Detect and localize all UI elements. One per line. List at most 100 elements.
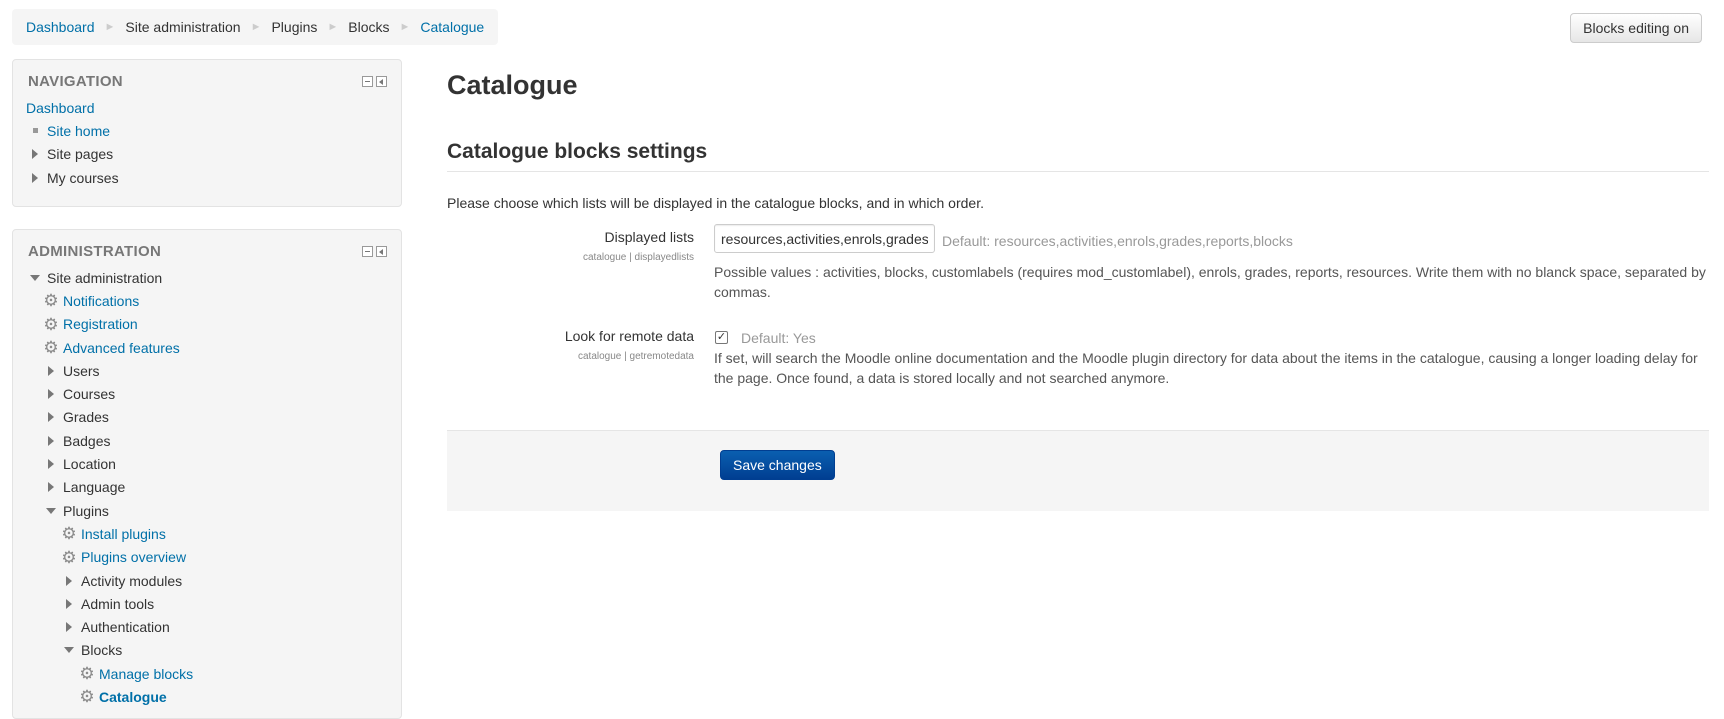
admin-item-plugins-overview[interactable]: ⚙ Plugins overview	[26, 546, 401, 569]
expand-icon[interactable]	[32, 149, 38, 160]
admin-tools-label[interactable]: Admin tools	[81, 596, 154, 612]
remote-data-checkbox[interactable]: ✓	[715, 331, 728, 344]
breadcrumb-dashboard[interactable]: Dashboard	[26, 19, 95, 35]
courses-label[interactable]: Courses	[63, 386, 115, 402]
collapse-icon[interactable]	[362, 76, 373, 87]
expand-icon[interactable]	[48, 389, 54, 400]
breadcrumb-blocks[interactable]: Blocks	[348, 19, 389, 35]
authentication-label[interactable]: Authentication	[81, 619, 170, 635]
administration-block: ADMINISTRATION Site administration ⚙ Not…	[12, 229, 402, 719]
advanced-features-link[interactable]: Advanced features	[63, 340, 180, 356]
page-title: Catalogue	[447, 70, 578, 100]
admin-item-catalogue[interactable]: ⚙ Catalogue	[26, 685, 401, 708]
grades-label[interactable]: Grades	[63, 409, 109, 425]
admin-item-admin-tools[interactable]: Admin tools	[26, 592, 401, 615]
gear-icon: ⚙	[79, 687, 95, 707]
gear-icon: ⚙	[61, 524, 77, 544]
expand-icon[interactable]	[32, 172, 38, 183]
language-label[interactable]: Language	[63, 479, 125, 495]
navigation-block-controls	[362, 76, 387, 87]
admin-item-site-administration[interactable]: Site administration	[26, 266, 401, 289]
displayed-lists-sublabel: catalogue | displayedlists	[583, 252, 694, 263]
registration-link[interactable]: Registration	[63, 316, 138, 332]
breadcrumb-separator: ►	[327, 21, 339, 33]
location-label[interactable]: Location	[63, 456, 116, 472]
blocks-editing-button[interactable]: Blocks editing on	[1570, 13, 1702, 43]
expand-icon[interactable]	[48, 459, 54, 470]
breadcrumb-plugins[interactable]: Plugins	[271, 19, 317, 35]
admin-item-install-plugins[interactable]: ⚙ Install plugins	[26, 522, 401, 545]
plugins-label[interactable]: Plugins	[63, 503, 109, 519]
badges-label[interactable]: Badges	[63, 433, 110, 449]
notifications-link[interactable]: Notifications	[63, 293, 139, 309]
activity-modules-label[interactable]: Activity modules	[81, 573, 182, 589]
administration-block-header: ADMINISTRATION	[13, 230, 401, 260]
displayed-lists-default: Default: resources,activities,enrols,gra…	[942, 233, 1293, 249]
admin-item-language[interactable]: Language	[26, 476, 401, 499]
dock-icon[interactable]	[376, 76, 387, 87]
collapse-tree-icon[interactable]	[64, 647, 74, 654]
dock-icon[interactable]	[376, 246, 387, 257]
nav-dashboard-link[interactable]: Dashboard	[26, 100, 95, 116]
remote-data-description: If set, will search the Moodle online do…	[714, 350, 1698, 386]
breadcrumb-catalogue[interactable]: Catalogue	[420, 19, 484, 35]
displayed-lists-label: Displayed lists	[604, 229, 694, 245]
breadcrumb-site-administration[interactable]: Site administration	[125, 19, 240, 35]
admin-item-grades[interactable]: Grades	[26, 406, 401, 429]
expand-icon[interactable]	[48, 482, 54, 493]
breadcrumb-separator: ►	[104, 21, 116, 33]
nav-my-courses-label[interactable]: My courses	[47, 170, 119, 186]
nav-item-dashboard[interactable]: Dashboard	[26, 96, 401, 119]
admin-item-users[interactable]: Users	[26, 359, 401, 382]
expand-icon[interactable]	[48, 365, 54, 376]
remote-data-label: Look for remote data	[564, 328, 694, 344]
plugins-overview-link[interactable]: Plugins overview	[81, 549, 186, 565]
site-administration-label[interactable]: Site administration	[47, 270, 162, 286]
expand-icon[interactable]	[48, 435, 54, 446]
admin-item-courses[interactable]: Courses	[26, 382, 401, 405]
breadcrumb: Dashboard ► Site administration ► Plugin…	[12, 9, 499, 45]
admin-item-blocks[interactable]: Blocks	[26, 639, 401, 662]
navigation-tree: Dashboard Site home Site pages My course…	[13, 90, 401, 189]
collapse-icon[interactable]	[362, 246, 373, 257]
form-actions: Save changes	[447, 430, 1709, 511]
admin-item-registration[interactable]: ⚙ Registration	[26, 313, 401, 336]
install-plugins-link[interactable]: Install plugins	[81, 526, 166, 542]
admin-item-location[interactable]: Location	[26, 452, 401, 475]
nav-item-my-courses[interactable]: My courses	[26, 166, 401, 189]
navigation-block-header: NAVIGATION	[13, 60, 401, 90]
catalogue-current-link[interactable]: Catalogue	[99, 689, 167, 705]
nav-item-site-home[interactable]: Site home	[26, 119, 401, 142]
admin-item-plugins[interactable]: Plugins	[26, 499, 401, 522]
users-label[interactable]: Users	[63, 363, 100, 379]
nav-site-pages-label[interactable]: Site pages	[47, 146, 113, 162]
navigation-block: NAVIGATION Dashboard Site home Site page…	[12, 59, 402, 207]
expand-icon[interactable]	[48, 412, 54, 423]
blocks-label[interactable]: Blocks	[81, 642, 122, 658]
collapse-tree-icon[interactable]	[46, 507, 56, 514]
remote-data-default: Default: Yes	[741, 330, 816, 346]
admin-item-notifications[interactable]: ⚙ Notifications	[26, 289, 401, 312]
nav-item-site-pages[interactable]: Site pages	[26, 143, 401, 166]
admin-item-advanced-features[interactable]: ⚙ Advanced features	[26, 336, 401, 359]
admin-item-manage-blocks[interactable]: ⚙ Manage blocks	[26, 662, 401, 685]
manage-blocks-link[interactable]: Manage blocks	[99, 666, 193, 682]
admin-item-authentication[interactable]: Authentication	[26, 615, 401, 638]
expand-icon[interactable]	[66, 622, 72, 633]
gear-icon: ⚙	[61, 547, 77, 567]
administration-block-controls	[362, 246, 387, 257]
admin-item-badges[interactable]: Badges	[26, 429, 401, 452]
expand-icon[interactable]	[66, 598, 72, 609]
nav-site-home-link[interactable]: Site home	[47, 123, 110, 139]
checkmark-icon: ✓	[716, 331, 727, 343]
navigation-block-title: NAVIGATION	[28, 73, 123, 90]
expand-icon[interactable]	[66, 575, 72, 586]
administration-block-title: ADMINISTRATION	[28, 243, 162, 260]
save-changes-button[interactable]: Save changes	[720, 450, 835, 480]
remote-data-sublabel: catalogue | getremotedata	[577, 351, 694, 362]
collapse-tree-icon[interactable]	[30, 274, 40, 281]
displayed-lists-input[interactable]	[714, 224, 935, 253]
gear-icon: ⚙	[43, 291, 59, 311]
admin-item-activity-modules[interactable]: Activity modules	[26, 569, 401, 592]
section-divider	[447, 171, 1709, 172]
